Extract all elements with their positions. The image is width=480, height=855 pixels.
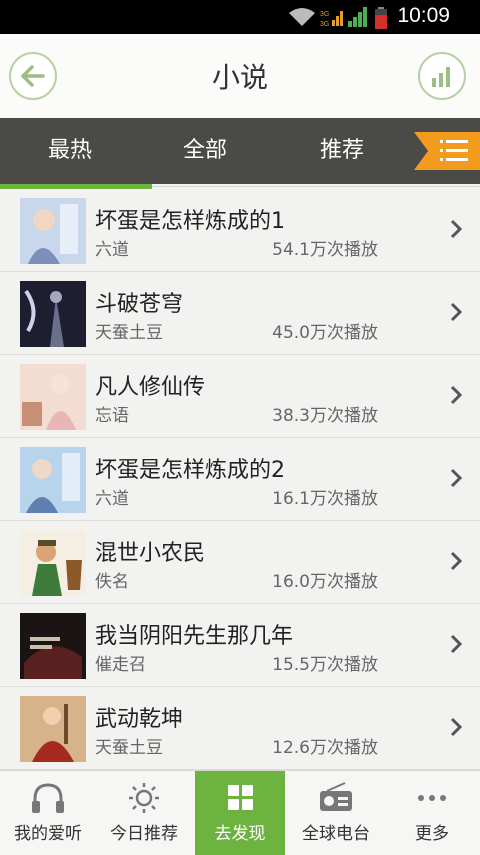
item-play-count: 45.0万次播放	[272, 323, 378, 343]
bottom-nav: 我的爱听 今日推荐 去发现 全球电台 更多	[0, 770, 480, 855]
book-cover-image	[20, 696, 86, 762]
list-item[interactable]: 凡人修仙传 忘语 38.3万次播放	[0, 355, 480, 438]
tab-hottest[interactable]: 最热	[0, 118, 140, 184]
chevron-right-icon	[450, 634, 462, 654]
wifi-icon	[289, 8, 315, 26]
list-item[interactable]: 斗破苍穹 天蚕土豆 45.0万次播放	[0, 272, 480, 355]
chevron-right-icon	[450, 717, 462, 737]
svg-text:3G: 3G	[320, 21, 329, 27]
nav-label: 我的爱听	[14, 824, 82, 844]
status-time: 10:09	[397, 4, 450, 27]
item-play-count: 15.5万次播放	[272, 655, 378, 675]
book-cover-image	[20, 447, 86, 513]
nav-label: 去发现	[214, 824, 266, 844]
item-author: 忘语	[95, 406, 129, 426]
radio-icon	[320, 782, 352, 811]
chevron-right-icon	[450, 468, 462, 488]
tab-bar: 最热 全部 推荐	[0, 118, 480, 184]
menu-list-icon[interactable]	[414, 132, 480, 170]
book-cover-image	[20, 364, 86, 430]
list-item[interactable]: 武动乾坤 天蚕土豆 12.6万次播放	[0, 687, 480, 770]
nav-global-radio[interactable]: 全球电台	[288, 771, 384, 855]
item-play-count: 12.6万次播放	[272, 738, 378, 758]
item-title: 武动乾坤	[95, 707, 184, 732]
svg-text:3G: 3G	[320, 11, 329, 18]
status-bar: 3G 3G 10:09	[0, 0, 480, 34]
chart-button[interactable]	[418, 52, 466, 100]
grid-icon	[228, 785, 253, 810]
headphones-icon	[32, 783, 64, 813]
tab-recommended[interactable]: 推荐	[272, 118, 412, 184]
more-dots-icon	[418, 795, 446, 801]
book-cover-image	[20, 198, 86, 264]
item-play-count: 16.0万次播放	[272, 572, 378, 592]
item-author: 催走召	[95, 655, 146, 675]
battery-icon	[375, 7, 387, 29]
item-title: 凡人修仙传	[95, 375, 206, 400]
item-title: 坏蛋是怎样炼成的1	[95, 209, 285, 234]
nav-today-recommended[interactable]: 今日推荐	[96, 771, 192, 855]
list-item[interactable]: 混世小农民 佚名 16.0万次播放	[0, 521, 480, 604]
book-cover-image	[20, 613, 86, 679]
list-item[interactable]: 坏蛋是怎样炼成的1 六道 54.1万次播放	[0, 189, 480, 272]
list-item[interactable]: 我当阴阳先生那几年 催走召 15.5万次播放	[0, 604, 480, 687]
bar-chart-icon	[432, 67, 450, 87]
item-author: 天蚕土豆	[95, 738, 163, 758]
nav-label: 全球电台	[302, 824, 370, 844]
book-cover-image	[20, 530, 86, 596]
tab-all[interactable]: 全部	[135, 118, 275, 184]
nav-my-favorites[interactable]: 我的爱听	[0, 771, 96, 855]
chevron-right-icon	[450, 302, 462, 322]
novel-list: 坏蛋是怎样炼成的1 六道 54.1万次播放 斗破苍穹 天蚕土豆 45.0万次播放…	[0, 189, 480, 770]
book-cover-image	[20, 281, 86, 347]
item-author: 六道	[95, 489, 129, 509]
page-title: 小说	[211, 61, 268, 94]
signal-icon: 3G 3G	[320, 11, 343, 27]
app-header: 小说	[0, 34, 480, 118]
nav-discover[interactable]: 去发现	[195, 771, 285, 855]
item-author: 天蚕土豆	[95, 323, 163, 343]
chevron-right-icon	[450, 385, 462, 405]
list-item[interactable]: 坏蛋是怎样炼成的2 六道 16.1万次播放	[0, 438, 480, 521]
nav-label: 今日推荐	[110, 824, 178, 844]
item-author: 佚名	[95, 572, 129, 592]
sun-icon	[129, 783, 159, 813]
signal-strength-icon	[348, 7, 367, 27]
nav-more[interactable]: 更多	[384, 771, 480, 855]
chevron-right-icon	[450, 551, 462, 571]
item-title: 混世小农民	[95, 541, 206, 566]
item-title: 我当阴阳先生那几年	[95, 624, 294, 649]
nav-label: 更多	[415, 824, 449, 844]
item-play-count: 54.1万次播放	[272, 240, 378, 260]
item-play-count: 38.3万次播放	[272, 406, 378, 426]
item-play-count: 16.1万次播放	[272, 489, 378, 509]
item-title: 坏蛋是怎样炼成的2	[95, 458, 285, 483]
item-author: 六道	[95, 240, 129, 260]
item-title: 斗破苍穹	[95, 292, 184, 317]
chevron-right-icon	[450, 219, 462, 239]
